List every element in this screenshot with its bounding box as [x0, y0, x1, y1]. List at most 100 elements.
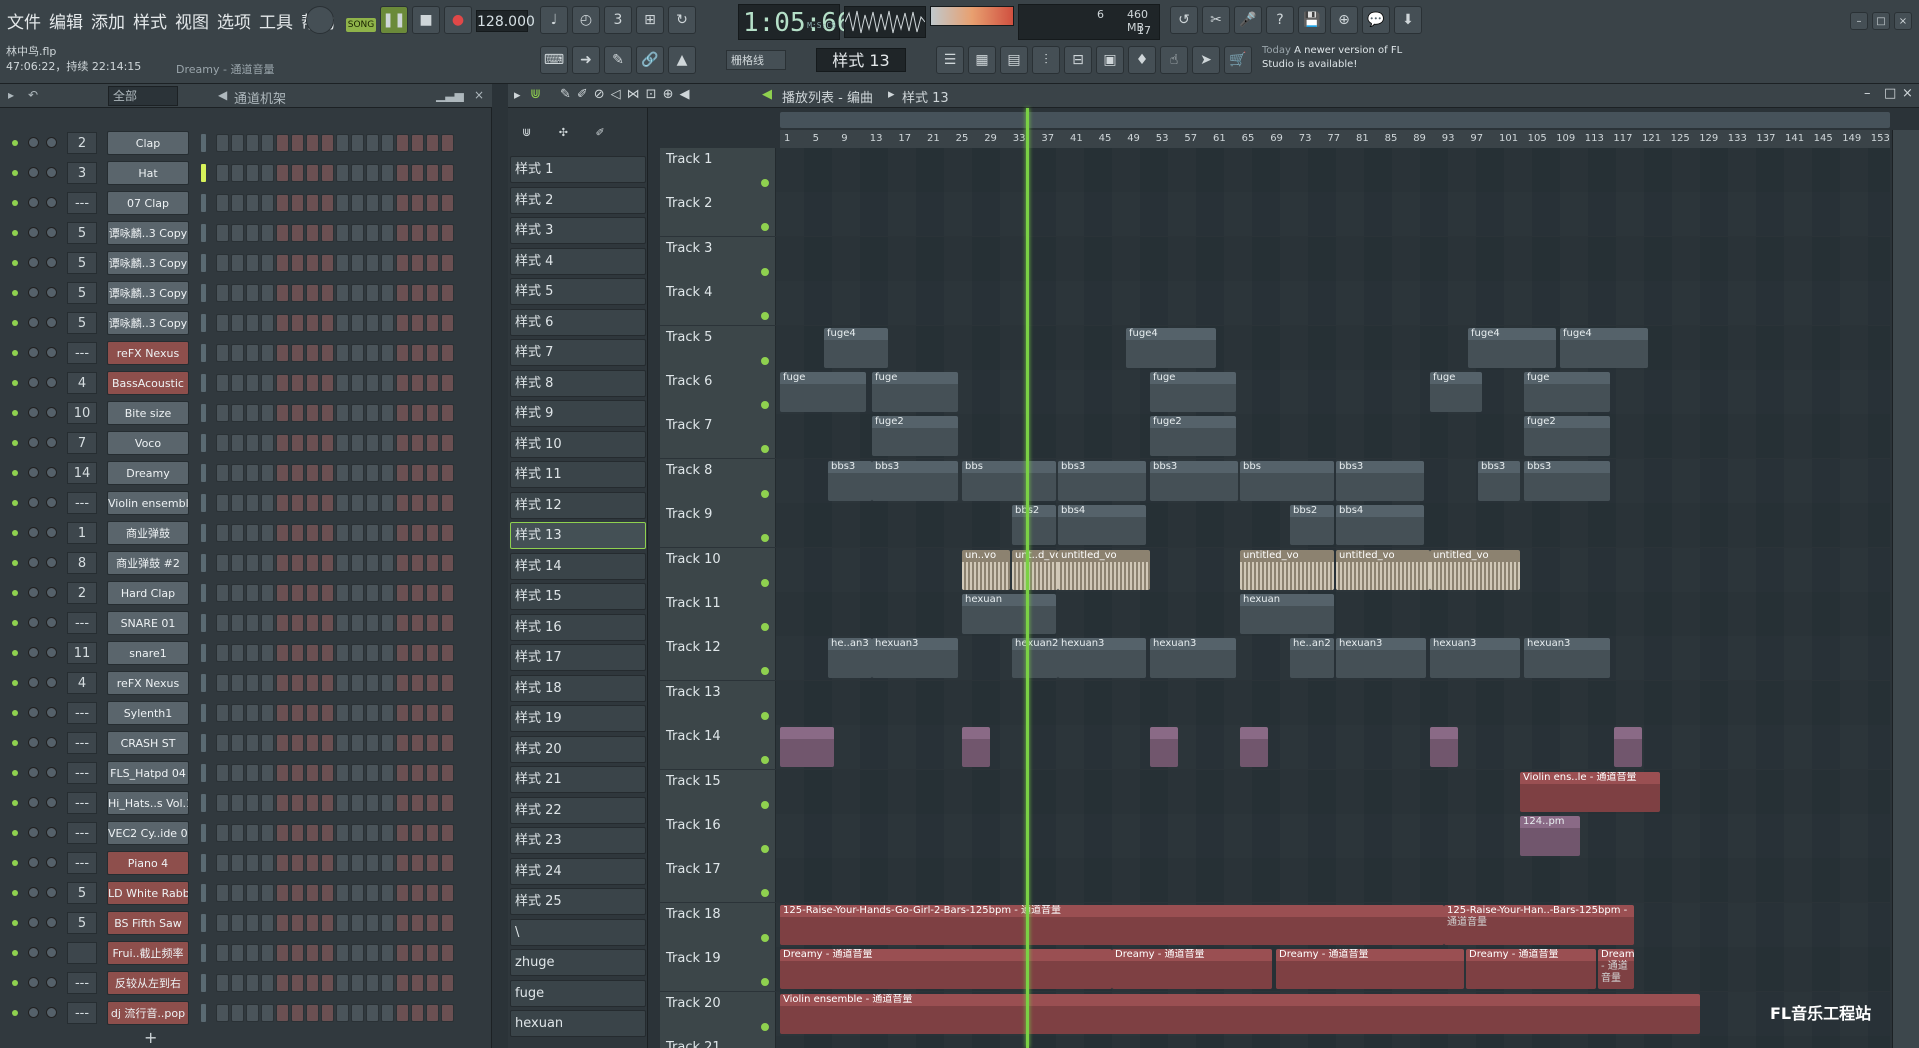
step-button[interactable] — [321, 554, 334, 572]
track-header[interactable]: Track 10 — [660, 547, 776, 592]
channel-mute-led[interactable] — [12, 500, 18, 506]
step-button[interactable] — [216, 794, 229, 812]
step-button[interactable] — [396, 524, 409, 542]
track-header[interactable]: Track 19 — [660, 947, 776, 992]
step-button[interactable] — [306, 944, 319, 962]
step-button[interactable] — [321, 734, 334, 752]
channel-name-button[interactable]: VEC2 Cy..ide 03 — [107, 821, 189, 845]
step-button[interactable] — [246, 644, 259, 662]
playlist-clip[interactable]: fuge4 — [1468, 327, 1556, 368]
channel-row[interactable]: --- dj 流行音..pop — [0, 998, 492, 1028]
master-volume-knob[interactable] — [306, 6, 334, 34]
step-button[interactable] — [246, 374, 259, 392]
playlist-clip[interactable]: fuge2 — [1524, 416, 1610, 457]
download-button[interactable]: ⬇ — [1394, 6, 1422, 34]
track-header[interactable]: Track 21 — [660, 1036, 776, 1048]
step-button[interactable] — [441, 974, 454, 992]
track-mute-led[interactable] — [761, 578, 769, 587]
step-button[interactable] — [381, 374, 394, 392]
step-button[interactable] — [306, 374, 319, 392]
wait-input-button[interactable]: ◴ — [572, 6, 600, 34]
track-header[interactable]: Track 13 — [660, 680, 776, 725]
playlist-clip[interactable]: hexuan2 — [1012, 638, 1058, 679]
step-button[interactable] — [216, 674, 229, 692]
step-button[interactable] — [381, 224, 394, 242]
channel-mute-led[interactable] — [12, 140, 18, 146]
playlist-clip[interactable]: bbs2 — [1012, 505, 1056, 546]
step-button[interactable] — [261, 764, 274, 782]
step-button[interactable] — [336, 554, 349, 572]
pattern-item[interactable]: 样式 19 — [510, 705, 646, 732]
step-button[interactable] — [441, 344, 454, 362]
step-button[interactable] — [321, 944, 334, 962]
channel-name-button[interactable]: 商业弹鼓 — [107, 521, 189, 545]
step-button[interactable] — [261, 734, 274, 752]
step-button[interactable] — [321, 254, 334, 272]
playlist-clip[interactable]: bbs2 — [1290, 505, 1334, 546]
step-button[interactable] — [261, 344, 274, 362]
step-button[interactable] — [276, 734, 289, 752]
step-button[interactable] — [321, 884, 334, 902]
channel-mixer-track[interactable]: 14 — [67, 462, 97, 484]
track-header[interactable]: Track 15 — [660, 769, 776, 814]
step-button[interactable] — [441, 164, 454, 182]
step-button[interactable] — [306, 494, 319, 512]
channel-pan-knob[interactable] — [28, 887, 39, 898]
track-mute-led[interactable] — [761, 889, 769, 898]
playlist-clip[interactable] — [962, 727, 990, 768]
step-button[interactable] — [426, 434, 439, 452]
step-button[interactable] — [396, 254, 409, 272]
step-button[interactable] — [366, 314, 379, 332]
step-button[interactable] — [321, 404, 334, 422]
step-button[interactable] — [261, 284, 274, 302]
playlist-clip[interactable] — [1430, 727, 1458, 768]
step-button[interactable] — [366, 524, 379, 542]
track-lane[interactable]: bbs3 bbs3 bbs bbs3 bbs3 bbs bbs3 bbs3 bbs3 — [776, 458, 1890, 503]
channel-mute-led[interactable] — [12, 410, 18, 416]
channel-row[interactable]: --- 07 Clap — [0, 188, 492, 218]
channel-select-indicator[interactable] — [201, 704, 206, 722]
tempo-field[interactable]: 128.000 — [476, 10, 535, 32]
channel-mixer-track[interactable]: 7 — [67, 432, 97, 454]
step-button[interactable] — [261, 314, 274, 332]
step-button[interactable] — [426, 944, 439, 962]
step-button[interactable] — [336, 164, 349, 182]
step-button[interactable] — [306, 344, 319, 362]
track-lane[interactable] — [776, 281, 1890, 326]
step-button[interactable] — [351, 974, 364, 992]
step-edit-button[interactable]: ⊞ — [636, 6, 664, 34]
step-button[interactable] — [276, 704, 289, 722]
track-mute-led[interactable] — [761, 445, 769, 454]
step-button[interactable] — [291, 944, 304, 962]
split-icon[interactable]: ✣ — [559, 126, 568, 139]
channel-name-button[interactable]: CRASH ST — [107, 731, 189, 755]
step-button[interactable] — [246, 764, 259, 782]
playlist-clip[interactable]: untitled_vo — [1240, 549, 1334, 590]
step-button[interactable] — [396, 734, 409, 752]
step-button[interactable] — [441, 434, 454, 452]
step-button[interactable] — [366, 734, 379, 752]
step-button[interactable] — [306, 884, 319, 902]
step-button[interactable] — [306, 284, 319, 302]
step-button[interactable] — [321, 644, 334, 662]
step-button[interactable] — [336, 434, 349, 452]
step-button[interactable] — [336, 794, 349, 812]
step-button[interactable] — [381, 134, 394, 152]
channel-select-indicator[interactable] — [201, 914, 206, 932]
track-lane[interactable]: fuge4 fuge4 fuge4 fuge4 — [776, 325, 1890, 370]
channel-mixer-track[interactable]: --- — [67, 732, 97, 754]
playlist-clip[interactable]: bbs3 — [872, 460, 958, 501]
menu-item-6[interactable]: 工具 — [258, 6, 294, 35]
playlist-clip[interactable]: fuge2 — [872, 416, 958, 457]
step-button[interactable] — [411, 944, 424, 962]
channel-pan-knob[interactable] — [28, 377, 39, 388]
link-button[interactable]: 🔗 — [636, 46, 664, 74]
channel-pan-knob[interactable] — [28, 257, 39, 268]
step-button[interactable] — [381, 254, 394, 272]
step-button[interactable] — [396, 854, 409, 872]
channel-volume-knob[interactable] — [46, 167, 57, 178]
pattern-item[interactable]: 样式 12 — [510, 491, 646, 519]
step-button[interactable] — [216, 284, 229, 302]
step-button[interactable] — [261, 914, 274, 932]
channel-name-button[interactable]: Voco — [107, 431, 189, 455]
